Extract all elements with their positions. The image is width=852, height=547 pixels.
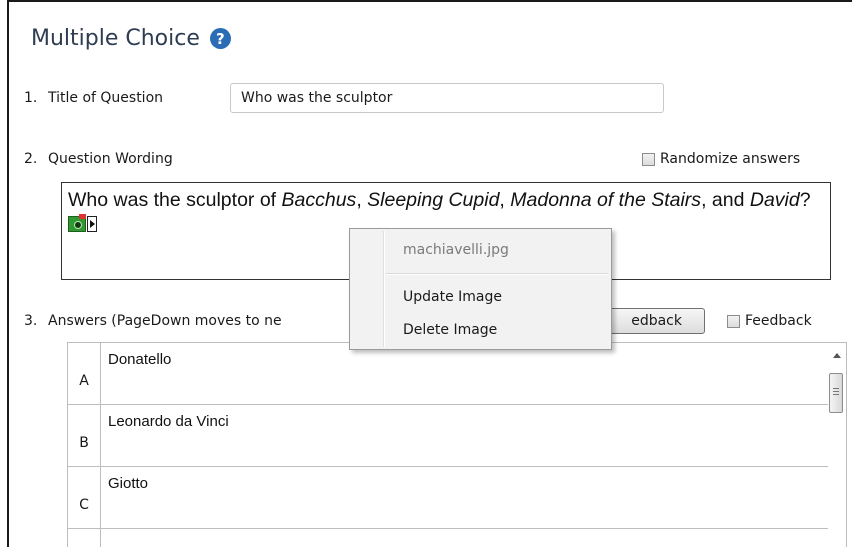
answers-scrollbar[interactable] [829, 349, 845, 547]
answers-label-text: Answers (PageDown moves to ne [48, 313, 282, 329]
page-title-text: Multiple Choice [31, 26, 200, 51]
answers-table: A Donatello B Leonardo da Vinci C Giotto [67, 342, 847, 547]
menu-filename: machiavelli.jpg [403, 242, 509, 258]
question-number-1: 1. [24, 90, 38, 106]
answer-row-c: C Giotto [68, 467, 828, 529]
delete-image-menu-item[interactable]: Delete Image [403, 322, 497, 338]
title-label-text: Title of Question [48, 90, 164, 106]
answer-letter: C [68, 467, 101, 528]
answer-text[interactable]: Giotto [108, 475, 148, 492]
camera-image-icon[interactable] [68, 214, 86, 232]
randomize-answers-checkbox[interactable]: Randomize answers [642, 151, 800, 167]
question-number-3: 3. [24, 313, 38, 329]
wording-italic-sleeping-cupid: Sleeping Cupid [367, 189, 500, 211]
answer-letter [68, 529, 101, 547]
wording-text: , and [701, 189, 750, 211]
triangle-right-icon[interactable] [87, 216, 97, 232]
title-of-question-input[interactable] [230, 83, 664, 113]
feedback-label: Feedback [745, 313, 812, 329]
feedback-checkbox[interactable]: Feedback [727, 313, 812, 329]
wording-text: , [499, 189, 511, 211]
randomize-label: Randomize answers [660, 151, 801, 167]
question-number-2: 2. [24, 151, 38, 167]
answer-row-d [68, 529, 828, 547]
wording-text: Who was the sculptor of [68, 189, 282, 211]
multiple-choice-panel: Multiple Choice ? 1. Title of Question 2.… [7, 0, 852, 547]
answer-row-a: A Donatello [68, 343, 828, 405]
answer-letter: A [68, 343, 101, 404]
page-title: Multiple Choice ? [31, 26, 231, 51]
wording-label-text: Question Wording [48, 151, 173, 167]
answer-text[interactable]: Leonardo da Vinci [108, 413, 229, 430]
question-wording-label: 2. Question Wording [24, 151, 173, 167]
answer-text[interactable]: Donatello [108, 351, 171, 368]
menu-separator [386, 273, 608, 275]
answers-label: 3. Answers (PageDown moves to ne [24, 313, 282, 329]
wording-italic-madonna: Madonna of the Stairs [510, 189, 702, 211]
title-of-question-label: 1. Title of Question [24, 90, 163, 106]
wording-text: ? [799, 189, 811, 211]
scrollbar-thumb[interactable] [829, 373, 843, 413]
help-icon[interactable]: ? [209, 28, 231, 49]
wording-text: , [356, 189, 368, 211]
answer-letter: B [68, 405, 101, 466]
wording-italic-bacchus: Bacchus [281, 189, 357, 211]
embedded-image[interactable] [68, 214, 98, 233]
randomize-checkbox-box[interactable] [642, 152, 655, 166]
feedback-checkbox-box[interactable] [727, 314, 740, 328]
scroll-up-arrow-icon[interactable] [833, 353, 841, 358]
wording-italic-david: David [749, 189, 800, 211]
image-context-menu: machiavelli.jpg Update Image Delete Imag… [349, 228, 612, 350]
update-image-menu-item[interactable]: Update Image [403, 289, 502, 305]
answer-row-b: B Leonardo da Vinci [68, 405, 828, 467]
